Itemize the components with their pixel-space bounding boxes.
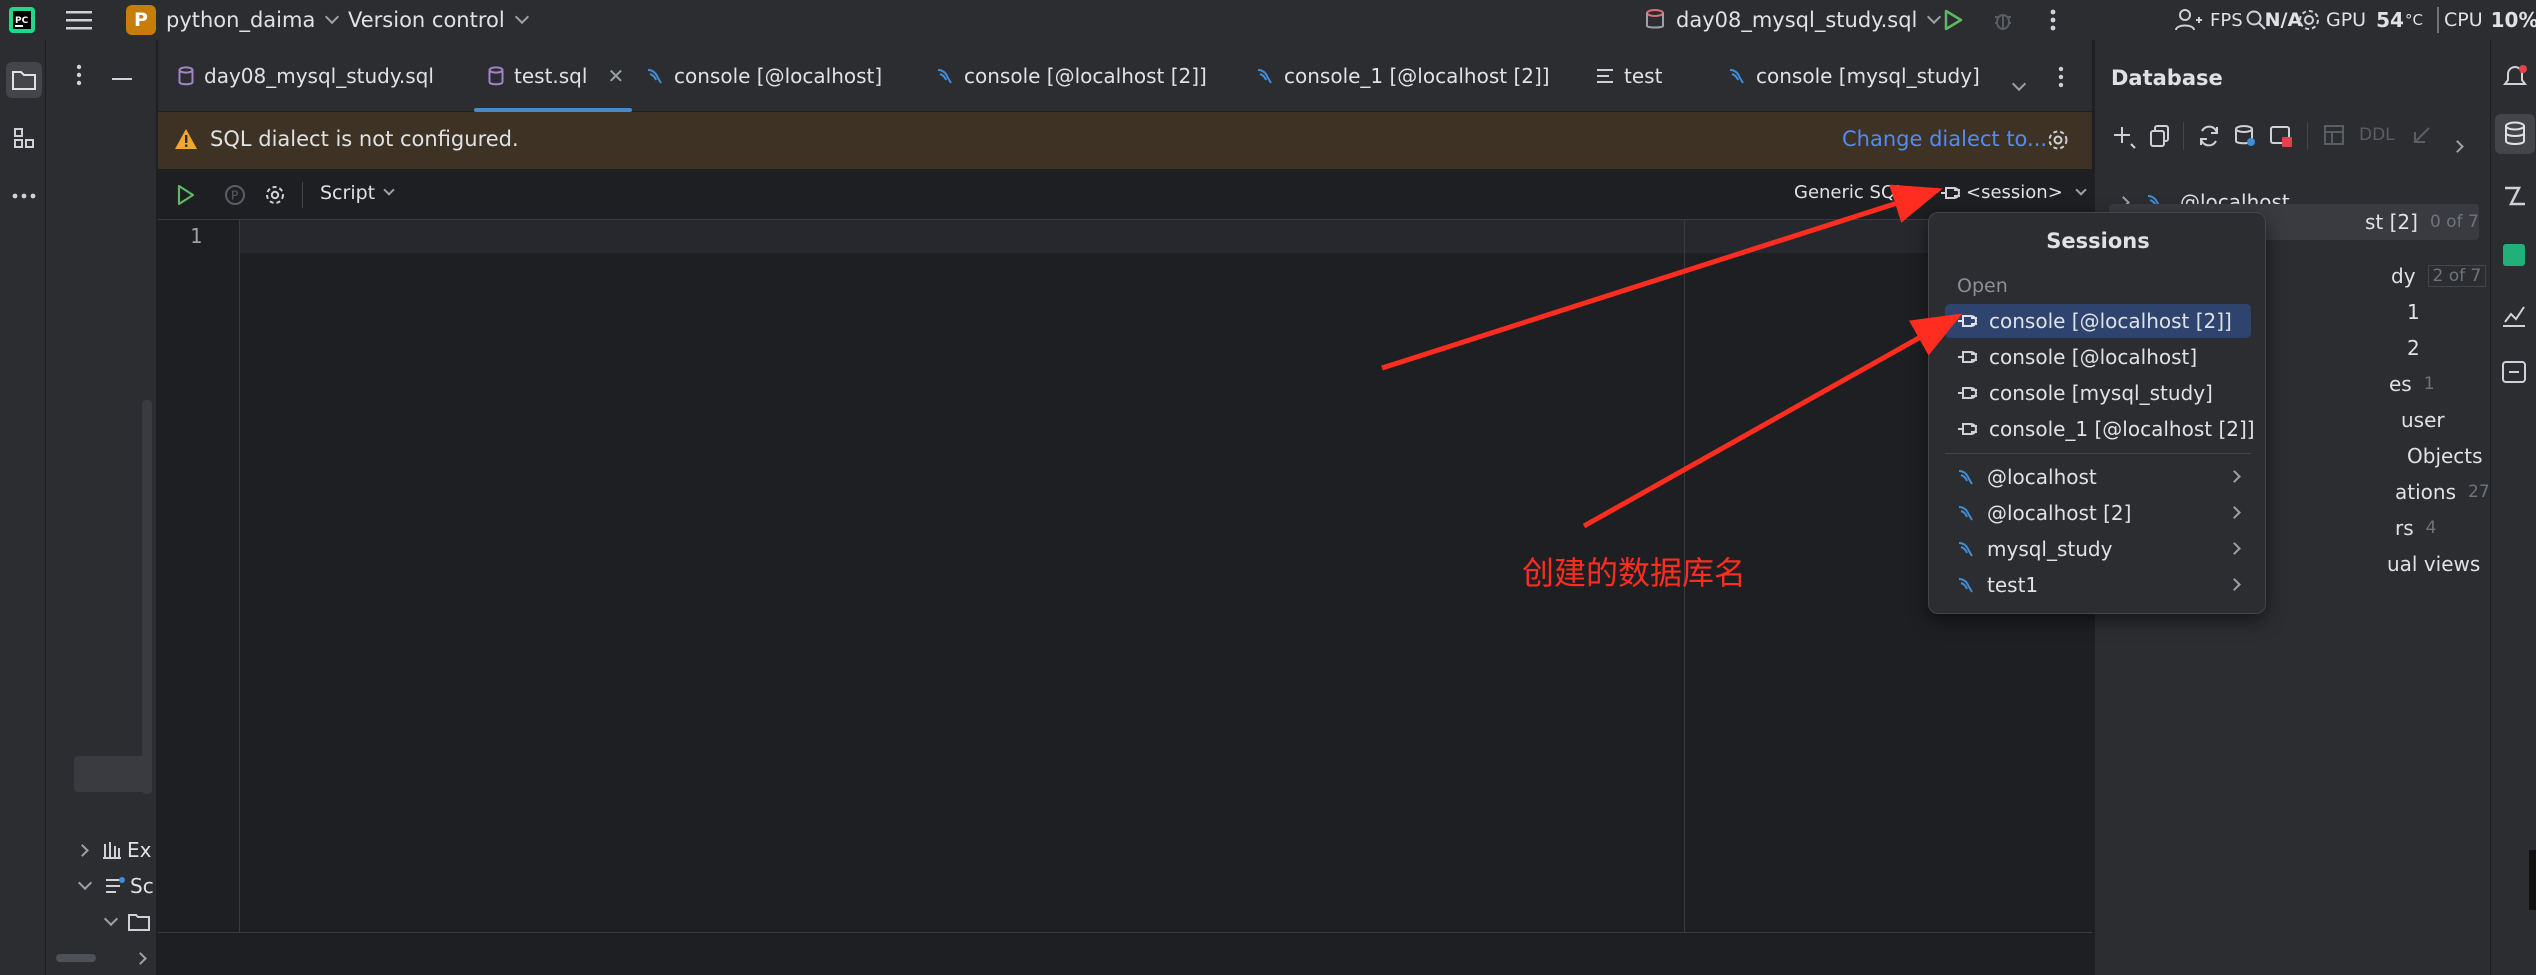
- annotation-arrow: [1582, 313, 1963, 529]
- annotation-arrows: [1381, 184, 1963, 529]
- annotation-label: 创建的数据库名: [1522, 554, 1747, 592]
- annotation-arrow: [1381, 184, 1943, 371]
